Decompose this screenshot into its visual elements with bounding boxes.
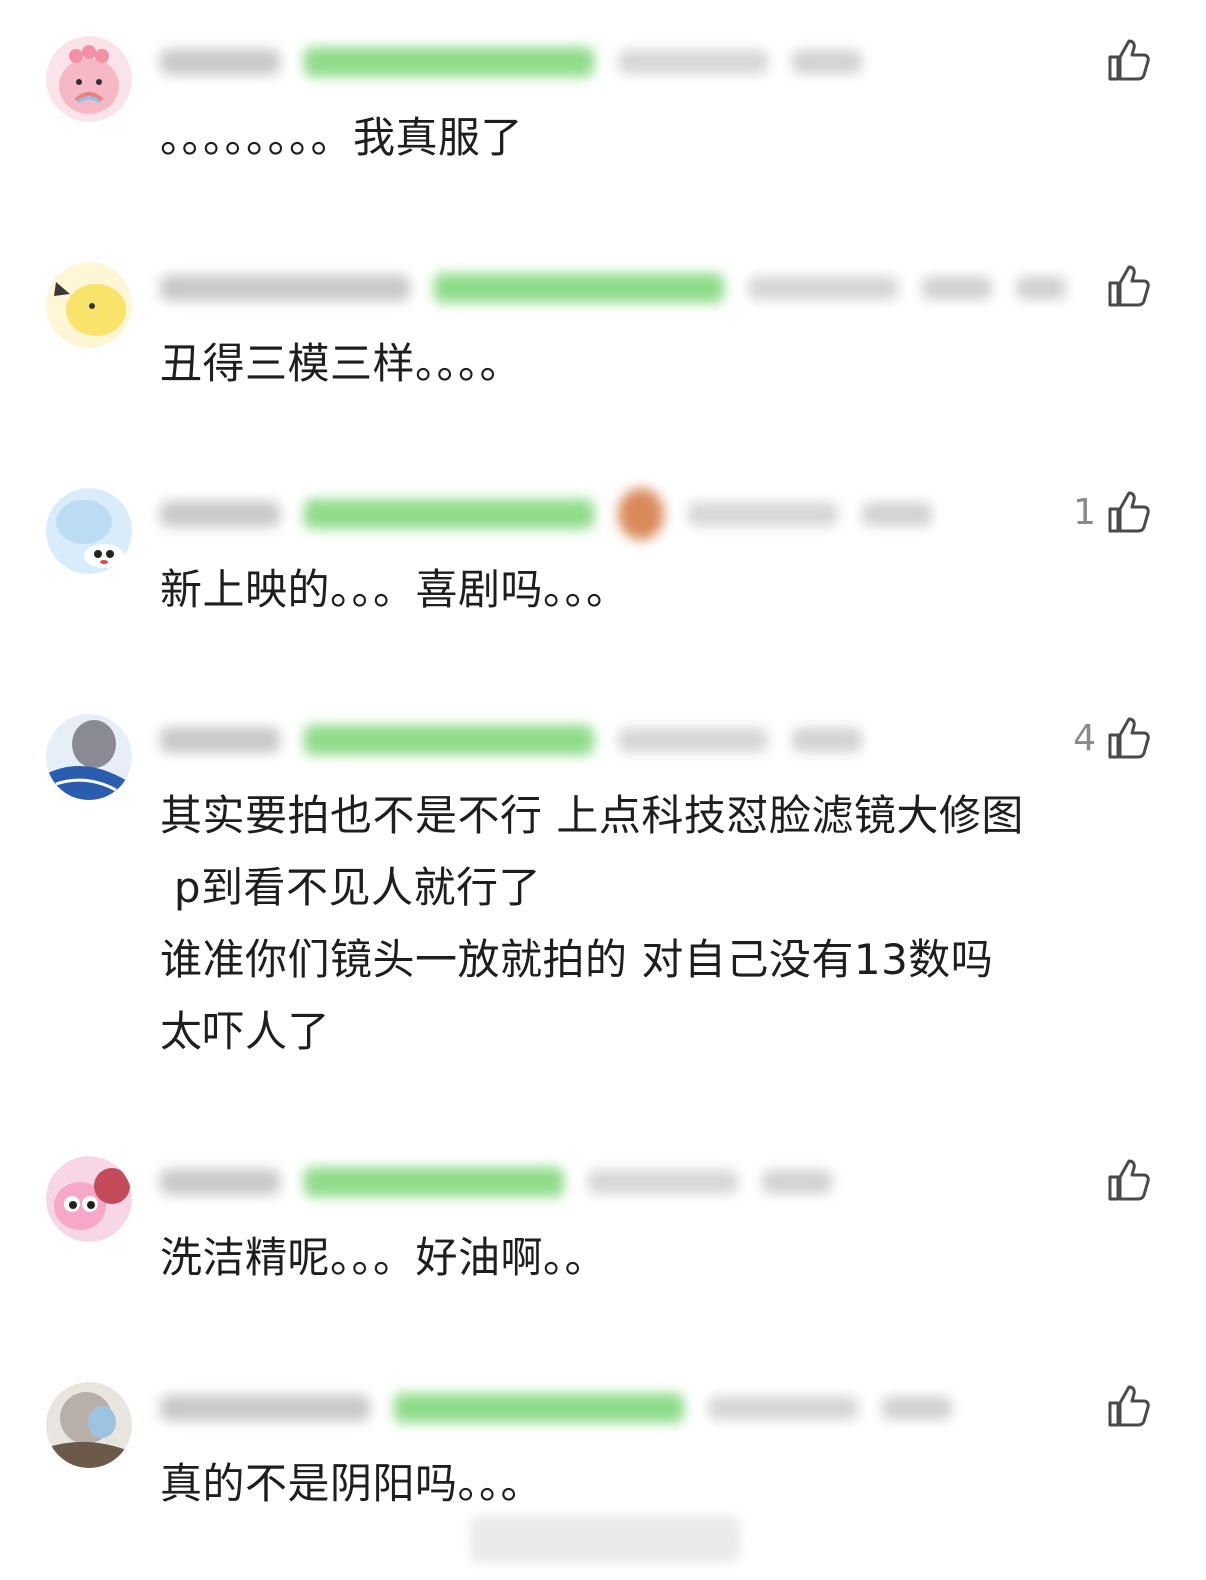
comment-meta-blurred bbox=[160, 268, 1066, 308]
thumbs-up-icon bbox=[1104, 1381, 1154, 1431]
avatar[interactable] bbox=[46, 262, 132, 348]
thumbs-up-icon bbox=[1104, 487, 1154, 537]
comment-text: 丑得三模三样。。。。 bbox=[160, 339, 523, 388]
comment-meta-blurred bbox=[160, 42, 862, 82]
like-button[interactable]: 4 bbox=[1073, 710, 1154, 766]
thumbs-up-icon bbox=[1104, 1155, 1154, 1205]
comment-text: 其实要拍也不是不行 上点科技怼脸滤镜大修图 p到看不见人就行了 谁准你们镜头一放… bbox=[160, 791, 1024, 1056]
like-count: 4 bbox=[1073, 717, 1096, 759]
avatar[interactable] bbox=[46, 714, 132, 800]
avatar[interactable] bbox=[46, 1382, 132, 1468]
avatar[interactable] bbox=[46, 1156, 132, 1242]
comment-text: 新上映的。。。喜剧吗。。。 bbox=[160, 565, 629, 614]
like-count: 1 bbox=[1073, 491, 1096, 533]
avatar[interactable] bbox=[46, 488, 132, 574]
comment-text: 洗洁精呢。。。好油啊。。 bbox=[160, 1233, 608, 1282]
like-button[interactable] bbox=[1096, 1152, 1154, 1208]
avatar[interactable] bbox=[46, 36, 132, 122]
thumbs-up-icon bbox=[1104, 35, 1154, 85]
comment-text: 真的不是阴阳吗。。。 bbox=[160, 1459, 544, 1508]
like-button[interactable]: 1 bbox=[1073, 484, 1154, 540]
comment-meta-blurred bbox=[160, 720, 862, 760]
watermark-blurred bbox=[470, 1515, 740, 1563]
like-button[interactable] bbox=[1096, 32, 1154, 88]
comment-text: 。。。。。。。。我真服了 bbox=[160, 113, 524, 162]
like-button[interactable] bbox=[1096, 1378, 1154, 1434]
thumbs-up-icon bbox=[1104, 261, 1154, 311]
comment-meta-blurred bbox=[160, 488, 932, 540]
like-button[interactable] bbox=[1096, 258, 1154, 314]
thumbs-up-icon bbox=[1104, 713, 1154, 763]
comment-meta-blurred bbox=[160, 1388, 952, 1428]
comment-meta-blurred bbox=[160, 1162, 832, 1202]
